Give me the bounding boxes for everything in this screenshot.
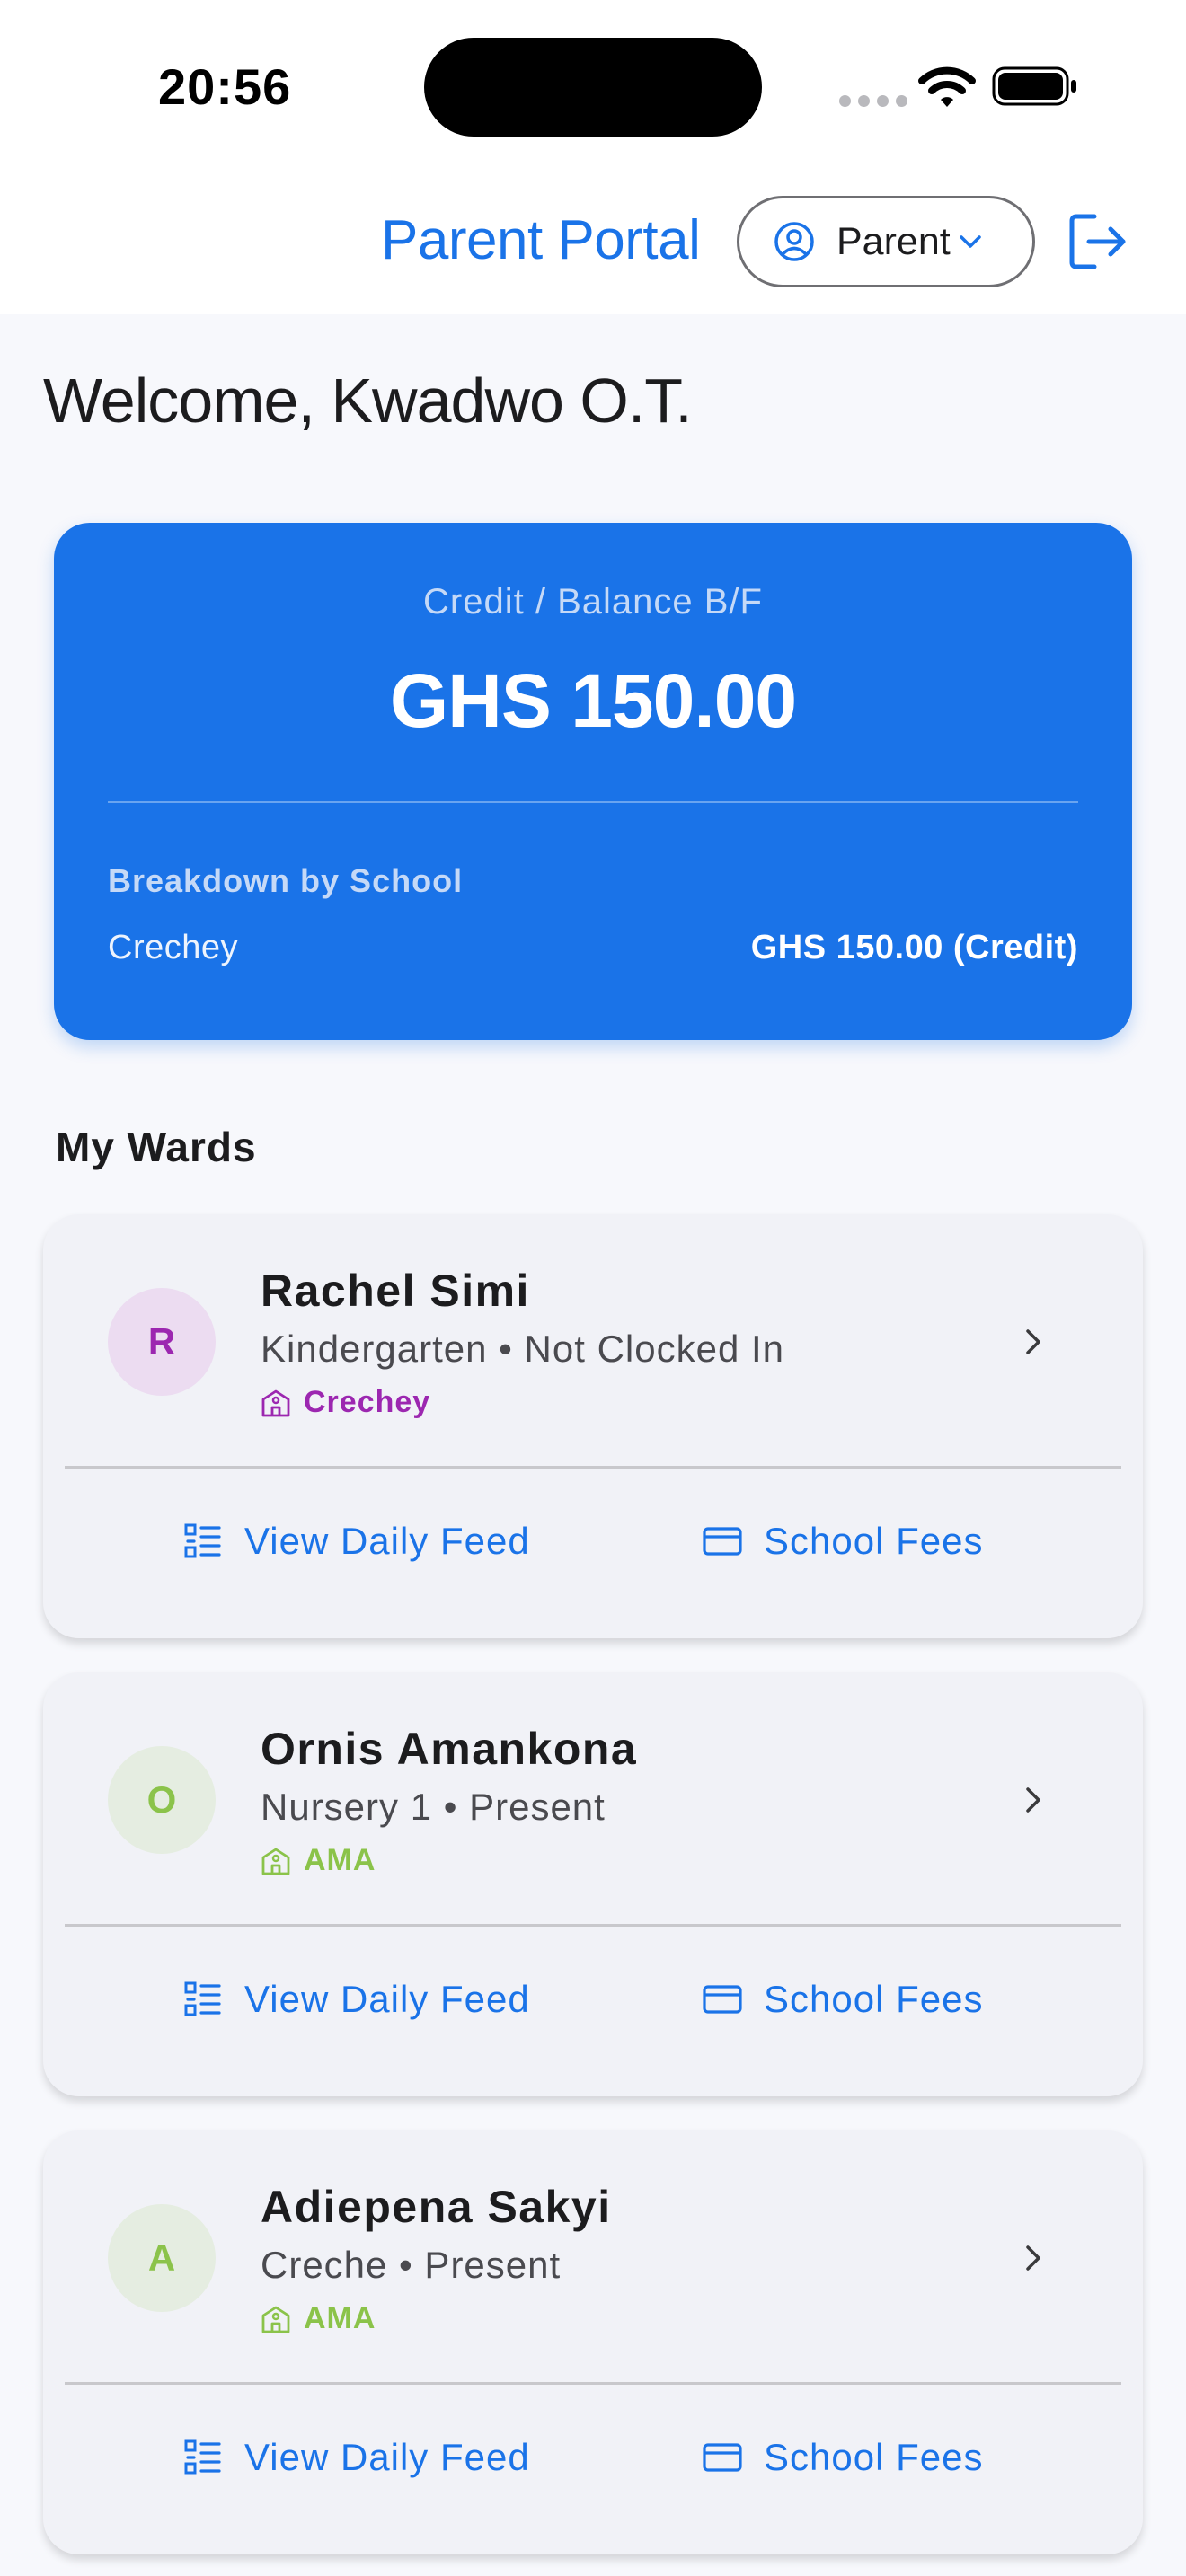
list-icon (184, 1523, 221, 1558)
status-time: 20:56 (158, 58, 292, 115)
ward-class-status: Kindergarten • Not Clocked In (261, 1328, 784, 1370)
ward-class-status: Nursery 1 • Present (261, 1786, 606, 1828)
ward-name: Adiepena Sakyi (261, 2182, 612, 2232)
divider (65, 1924, 1121, 1927)
avatar: O (108, 1746, 216, 1854)
school-building-icon (261, 2306, 290, 2333)
ward-school-name: Crechey (304, 1385, 431, 1419)
school-building-icon (261, 1848, 290, 1875)
breakdown-school-name: Crechey (108, 929, 238, 966)
breakdown-title: Breakdown by School (108, 862, 464, 899)
view-daily-feed-label: View Daily Feed (244, 1520, 530, 1562)
ward-school: AMA (261, 1843, 376, 1878)
ward-card[interactable]: R Rachel Simi Kindergarten • Not Clocked… (43, 1214, 1143, 1638)
divider (108, 801, 1078, 803)
credit-card-icon (703, 1985, 742, 2014)
role-label: Parent (836, 219, 951, 263)
page-title: Parent Portal (381, 209, 701, 271)
ward-school: AMA (261, 2301, 376, 2336)
chevron-right-icon[interactable] (1013, 1322, 1053, 1362)
credit-card-icon (703, 2443, 742, 2472)
ward-school-name: AMA (304, 1843, 376, 1877)
school-fees-label: School Fees (764, 1520, 984, 1562)
wifi-icon (918, 66, 976, 107)
school-fees-button[interactable]: School Fees (703, 1520, 983, 1563)
chevron-right-icon[interactable] (1013, 2238, 1053, 2278)
user-circle-icon (774, 222, 814, 261)
credit-card-icon (703, 1527, 742, 1556)
section-title-my-wards: My Wards (56, 1124, 257, 1170)
divider (65, 2382, 1121, 2385)
list-icon (184, 1981, 221, 2016)
ward-school: Crechey (261, 1385, 430, 1420)
balance-card: Credit / Balance B/F GHS 150.00 Breakdow… (54, 523, 1132, 1040)
balance-label: Credit / Balance B/F (423, 582, 763, 622)
balance-amount: GHS 150.00 (389, 658, 797, 743)
school-fees-label: School Fees (764, 1978, 984, 2020)
cellular-signal-icon (839, 95, 907, 107)
view-daily-feed-button[interactable]: View Daily Feed (183, 1978, 530, 2021)
welcome-heading: Welcome, Kwadwo O.T. (43, 366, 693, 436)
school-fees-button[interactable]: School Fees (703, 1978, 983, 2021)
ward-name: Rachel Simi (261, 1266, 530, 1316)
ward-name: Ornis Amankona (261, 1724, 638, 1774)
role-selector-button[interactable]: Parent (737, 196, 1035, 287)
divider (65, 1466, 1121, 1469)
ward-class-status: Creche • Present (261, 2244, 562, 2286)
battery-icon (992, 66, 1076, 106)
school-fees-label: School Fees (764, 2436, 984, 2478)
ward-school-name: AMA (304, 2301, 376, 2335)
school-building-icon (261, 1389, 290, 1416)
ward-card[interactable]: O Ornis Amankona Nursery 1 • Present AMA… (43, 1672, 1143, 2096)
status-bar: 20:56 (0, 0, 1186, 171)
view-daily-feed-button[interactable]: View Daily Feed (183, 1520, 530, 1563)
view-daily-feed-label: View Daily Feed (244, 1978, 530, 2020)
ward-card[interactable]: A Adiepena Sakyi Creche • Present AMA Vi… (43, 2130, 1143, 2554)
avatar: A (108, 2204, 216, 2312)
list-icon (184, 2439, 221, 2475)
app-header: Parent Portal Parent (0, 171, 1186, 314)
avatar: R (108, 1288, 216, 1396)
view-daily-feed-label: View Daily Feed (244, 2436, 530, 2478)
logout-icon[interactable] (1067, 212, 1130, 271)
chevron-right-icon[interactable] (1013, 1780, 1053, 1820)
breakdown-school-amount: GHS 150.00 (Credit) (750, 929, 1078, 966)
chevron-down-icon (959, 235, 981, 248)
view-daily-feed-button[interactable]: View Daily Feed (183, 2436, 530, 2479)
dynamic-island (424, 38, 762, 137)
school-fees-button[interactable]: School Fees (703, 2436, 983, 2479)
